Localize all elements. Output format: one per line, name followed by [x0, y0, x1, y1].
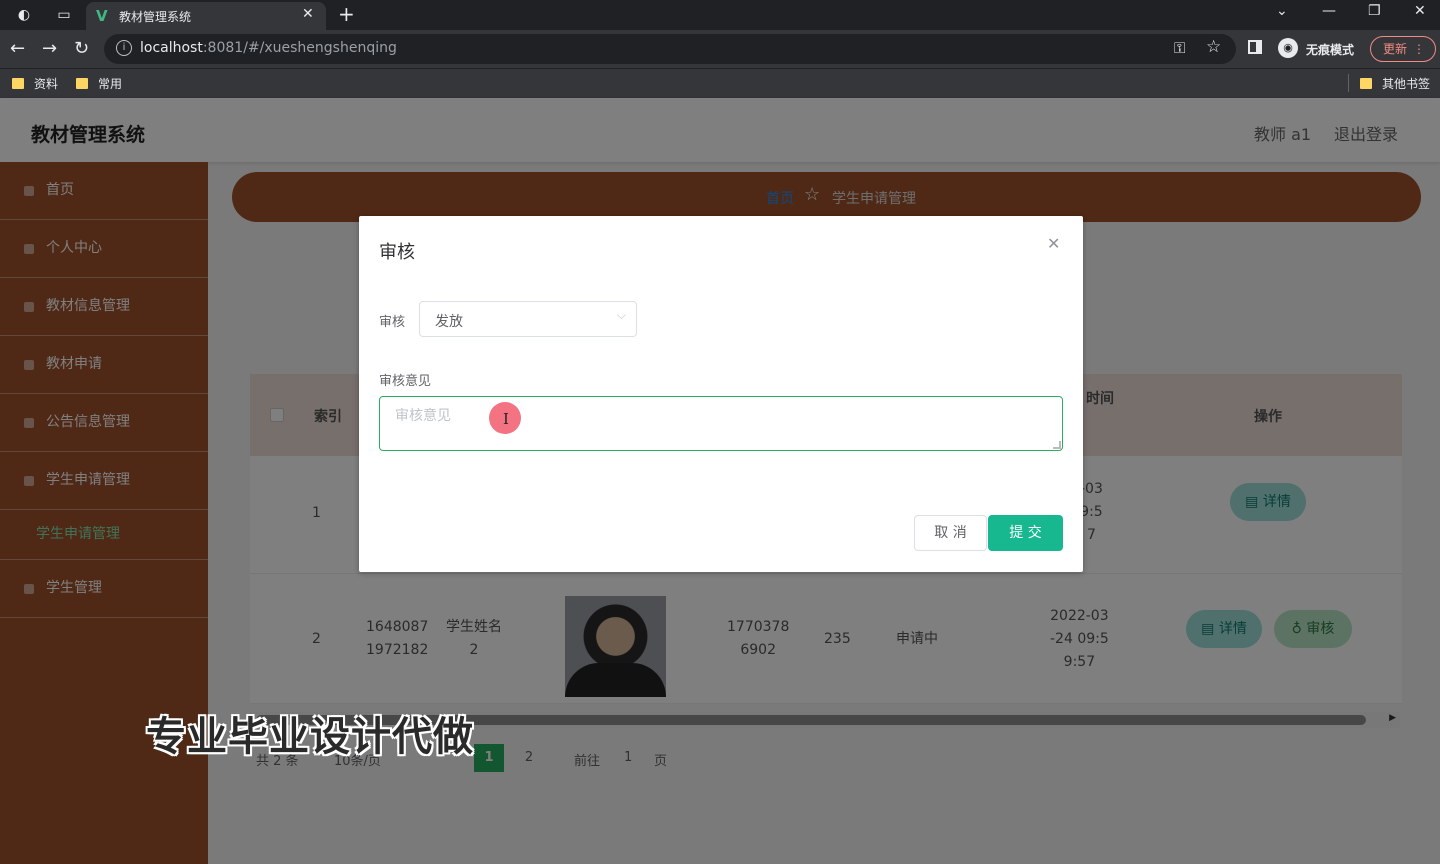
- minimize-icon[interactable]: —: [1322, 3, 1336, 19]
- tab-title: 教材管理系统: [119, 10, 192, 24]
- incognito-label: 无痕模式: [1306, 43, 1355, 57]
- tab-search-icon[interactable]: ▭: [54, 5, 74, 25]
- dialog-title: 审核: [379, 242, 415, 263]
- restore-icon[interactable]: ❐: [1368, 3, 1381, 19]
- audit-dialog: 审核 ✕ 审核 发放 ⌵ 审核意见 审核意见 I 取 消 提 交: [359, 216, 1083, 572]
- text-cursor-icon: I: [503, 410, 509, 428]
- chevron-down-icon: ⌵: [616, 308, 626, 322]
- audit-select[interactable]: 发放 ⌵: [419, 301, 637, 337]
- folder-icon: [76, 78, 88, 89]
- comment-placeholder: 审核意见: [395, 408, 451, 424]
- watermark-text: 专业毕业设计代做: [146, 714, 474, 760]
- bookmarks-bar: 资料 常用 其他书签: [0, 68, 1440, 98]
- browser-tab-active[interactable]: V 教材管理系统 ✕: [86, 2, 326, 30]
- forward-icon[interactable]: →: [42, 38, 57, 59]
- audit-label: 审核: [379, 315, 406, 330]
- bookmark-folder-changyong[interactable]: 常用: [76, 75, 122, 92]
- audit-select-value: 发放: [435, 314, 463, 330]
- url-text: localhost:8081/#/xueshengshenqing: [140, 40, 397, 56]
- menu-dots-icon[interactable]: ⋮: [1413, 37, 1425, 61]
- bookmark-folder-other[interactable]: 其他书签: [1360, 75, 1430, 92]
- incognito-icon: ◉: [1278, 38, 1298, 58]
- browser-profile-icon[interactable]: ◐: [14, 5, 34, 25]
- comment-label: 审核意见: [379, 374, 432, 389]
- vue-logo-icon: V: [96, 7, 108, 25]
- cancel-button[interactable]: 取 消: [914, 515, 987, 551]
- update-button[interactable]: 更新 ⋮: [1370, 36, 1436, 62]
- bookmark-separator: [1348, 74, 1349, 92]
- new-tab-icon[interactable]: +: [338, 2, 355, 26]
- browser-tab-strip: ◐ ▭ V 教材管理系统 ✕ + ⌄ — ❐ ✕: [0, 0, 1440, 30]
- submit-button[interactable]: 提 交: [988, 515, 1063, 551]
- folder-icon: [1360, 78, 1372, 89]
- password-key-icon[interactable]: ⚿: [1174, 39, 1185, 57]
- bookmark-folder-ziliao[interactable]: 资料: [12, 75, 58, 92]
- side-panel-icon[interactable]: [1248, 40, 1262, 54]
- reload-icon[interactable]: ↻: [74, 38, 89, 59]
- window-close-icon[interactable]: ✕: [1414, 3, 1426, 19]
- tab-list-icon[interactable]: ⌄: [1276, 3, 1288, 19]
- folder-icon: [12, 78, 24, 89]
- browser-toolbar: ← → ↻ i localhost:8081/#/xueshengshenqin…: [0, 30, 1440, 68]
- resize-handle-icon[interactable]: [1053, 441, 1061, 449]
- back-icon[interactable]: ←: [10, 38, 25, 59]
- bookmark-star-icon[interactable]: ☆: [1206, 37, 1221, 57]
- close-icon[interactable]: ✕: [1047, 234, 1060, 253]
- address-bar[interactable]: i localhost:8081/#/xueshengshenqing ⚿ ☆: [104, 34, 1236, 64]
- tab-close-icon[interactable]: ✕: [302, 6, 314, 22]
- comment-textarea[interactable]: 审核意见: [379, 396, 1063, 451]
- site-info-icon[interactable]: i: [116, 40, 132, 56]
